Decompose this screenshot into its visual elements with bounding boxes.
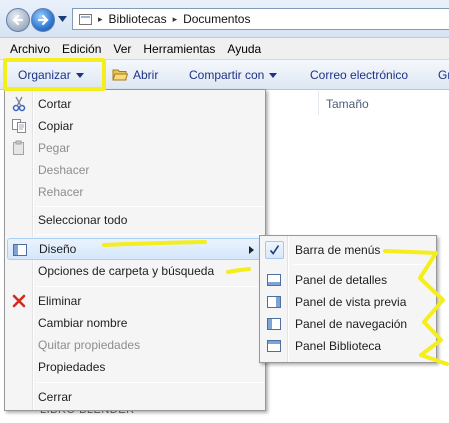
menu-edicion[interactable]: Edición (56, 42, 107, 56)
menu-item-label: Pegar (38, 141, 71, 155)
breadcrumb-bibliotecas[interactable]: Bibliotecas (109, 12, 167, 26)
menu-item-redo[interactable]: Rehacer (7, 181, 263, 203)
submenu-item-navigation-pane[interactable]: Panel de navegación (262, 313, 434, 335)
more-label: Gr (438, 68, 449, 82)
submenu-item-label: Panel Biblioteca (295, 339, 382, 353)
menu-item-label: Cambiar nombre (38, 316, 128, 330)
address-bar: ▸ Bibliotecas ▸ Documentos (0, 0, 449, 38)
menu-item-label: Cerrar (38, 390, 73, 404)
menu-item-label: Deshacer (38, 163, 90, 177)
email-button[interactable]: Correo electrónico (310, 68, 408, 82)
submenu-item-label: Panel de vista previa (295, 295, 407, 309)
chevron-down-icon (269, 72, 278, 78)
open-label: Abrir (133, 68, 159, 82)
menu-item-remove-properties[interactable]: Quitar propiedades (7, 334, 263, 356)
menu-item-layout[interactable]: Diseño (7, 238, 263, 260)
address-field[interactable]: ▸ Bibliotecas ▸ Documentos (72, 8, 449, 30)
layout-submenu: Barra de menús Panel de detalles Panel d… (259, 235, 437, 363)
menu-item-cut[interactable]: Cortar (7, 93, 263, 115)
menu-item-undo[interactable]: Deshacer (7, 159, 263, 181)
preview-pane-icon (267, 296, 281, 308)
submenu-item-menu-bar[interactable]: Barra de menús (262, 239, 434, 261)
submenu-item-label: Panel de detalles (295, 273, 388, 287)
back-arrow-icon (12, 14, 24, 26)
menu-ayuda[interactable]: Ayuda (221, 42, 267, 56)
breadcrumb-separator: ▸ (172, 13, 178, 24)
forward-arrow-icon (37, 14, 49, 26)
menu-item-label: Copiar (38, 119, 74, 133)
paste-icon (13, 140, 24, 155)
submenu-arrow-icon (249, 246, 254, 254)
menu-ver[interactable]: Ver (107, 42, 137, 56)
organize-menu: Cortar Copiar Pegar Deshacer Rehacer Sel… (4, 89, 266, 411)
menu-item-properties[interactable]: Propiedades (7, 356, 263, 378)
menu-item-label: Quitar propiedades (38, 338, 141, 352)
forward-button[interactable] (31, 8, 55, 32)
submenu-item-details-pane[interactable]: Panel de detalles (262, 269, 434, 291)
folder-icon (79, 13, 92, 25)
annotation-highlight-box (3, 58, 106, 91)
menu-item-paste[interactable]: Pegar (7, 137, 263, 159)
menu-item-folder-options[interactable]: Opciones de carpeta y búsqueda (7, 260, 263, 282)
email-label: Correo electrónico (310, 68, 409, 82)
menu-item-label: Diseño (39, 242, 77, 256)
menu-bar: Archivo Edición Ver Herramientas Ayuda (0, 38, 449, 60)
back-button[interactable] (6, 8, 30, 32)
menu-item-select-all[interactable]: Seleccionar todo (7, 209, 263, 231)
copy-icon (12, 119, 26, 133)
menu-item-label: Seleccionar todo (38, 213, 128, 227)
scissors-icon (12, 96, 26, 112)
menu-item-close[interactable]: Cerrar (7, 386, 263, 408)
menu-separator (36, 286, 263, 287)
share-with-button[interactable]: Compartir con (189, 68, 278, 82)
open-folder-icon (112, 69, 128, 81)
details-pane-icon (267, 274, 281, 286)
menu-item-delete[interactable]: Eliminar (7, 290, 263, 312)
open-button[interactable]: Abrir (112, 68, 158, 82)
menu-separator (36, 206, 263, 207)
library-pane-icon (267, 340, 281, 352)
more-command-button[interactable]: Gr (438, 68, 449, 82)
menu-item-label: Rehacer (38, 185, 84, 199)
menu-item-label: Propiedades (38, 360, 106, 374)
column-header-size[interactable]: Tamaño (326, 97, 369, 111)
submenu-item-label: Panel de navegación (295, 317, 408, 331)
submenu-item-label: Barra de menús (295, 243, 381, 257)
column-divider (318, 91, 319, 115)
menu-item-rename[interactable]: Cambiar nombre (7, 312, 263, 334)
menu-item-copy[interactable]: Copiar (7, 115, 263, 137)
navigation-pane-icon (267, 318, 281, 330)
submenu-item-preview-pane[interactable]: Panel de vista previa (262, 291, 434, 313)
menu-item-label: Eliminar (38, 294, 82, 308)
menu-archivo[interactable]: Archivo (4, 42, 56, 56)
share-label: Compartir con (189, 68, 265, 82)
checkmark-icon (265, 241, 284, 259)
menu-separator (293, 264, 434, 265)
layout-icon (13, 244, 27, 256)
menu-item-label: Cortar (38, 97, 72, 111)
menu-item-label: Opciones de carpeta y búsqueda (38, 264, 215, 278)
delete-x-icon (12, 294, 26, 308)
breadcrumb-documentos[interactable]: Documentos (183, 12, 250, 26)
recent-pages-dropdown-icon[interactable] (58, 16, 67, 22)
menu-separator (36, 382, 263, 383)
submenu-item-library-pane[interactable]: Panel Biblioteca (262, 335, 434, 357)
breadcrumb-separator: ▸ (98, 13, 103, 24)
menu-herramientas[interactable]: Herramientas (137, 42, 221, 56)
menu-separator (36, 234, 263, 235)
